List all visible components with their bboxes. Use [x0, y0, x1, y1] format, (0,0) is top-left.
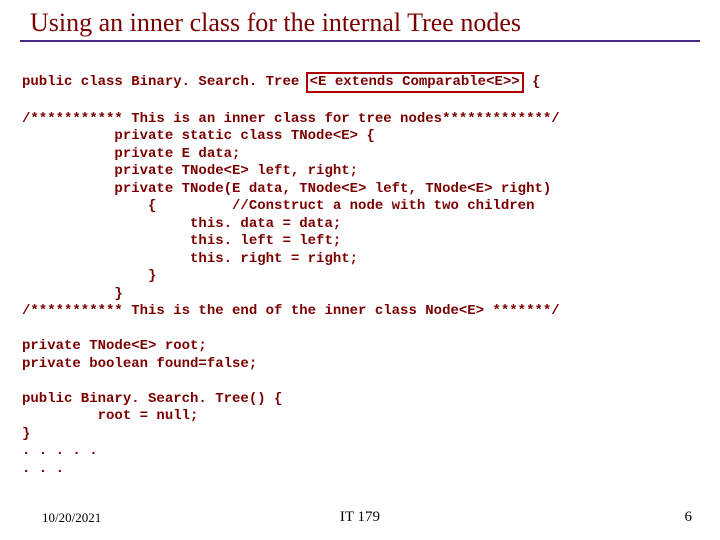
generic-highlight-box: <E extends Comparable<E>> [306, 72, 524, 94]
code-line: this. data = data; [22, 216, 341, 232]
code-line: /*********** This is the end of the inne… [22, 303, 560, 319]
title-underline [20, 40, 700, 42]
code-block: public class Binary. Search. Tree <E ext… [0, 54, 720, 478]
code-line: public Binary. Search. Tree() { [22, 391, 282, 407]
code-line: . . . . . [22, 443, 98, 459]
code-line: this. right = right; [22, 251, 358, 267]
code-line: private static class TNode<E> { [22, 128, 375, 144]
footer-page-number: 6 [685, 509, 693, 526]
code-line: { [524, 74, 541, 90]
code-line: . . . [22, 461, 64, 477]
code-line: public class Binary. Search. Tree [22, 74, 308, 90]
code-line: root = null; [22, 408, 198, 424]
code-line: private TNode(E data, TNode<E> left, TNo… [22, 181, 551, 197]
code-line: { //Construct a node with two children [22, 198, 534, 214]
footer-course: IT 179 [0, 509, 720, 526]
code-line: private TNode<E> left, right; [22, 163, 358, 179]
code-line: private boolean found=false; [22, 356, 257, 372]
code-line: } [22, 426, 30, 442]
code-line: /*********** This is an inner class for … [22, 111, 560, 127]
code-line: this. left = left; [22, 233, 341, 249]
code-line: } [22, 286, 123, 302]
code-line: private TNode<E> root; [22, 338, 207, 354]
code-line: } [22, 268, 156, 284]
slide-title: Using an inner class for the internal Tr… [0, 0, 720, 40]
code-line: private E data; [22, 146, 240, 162]
